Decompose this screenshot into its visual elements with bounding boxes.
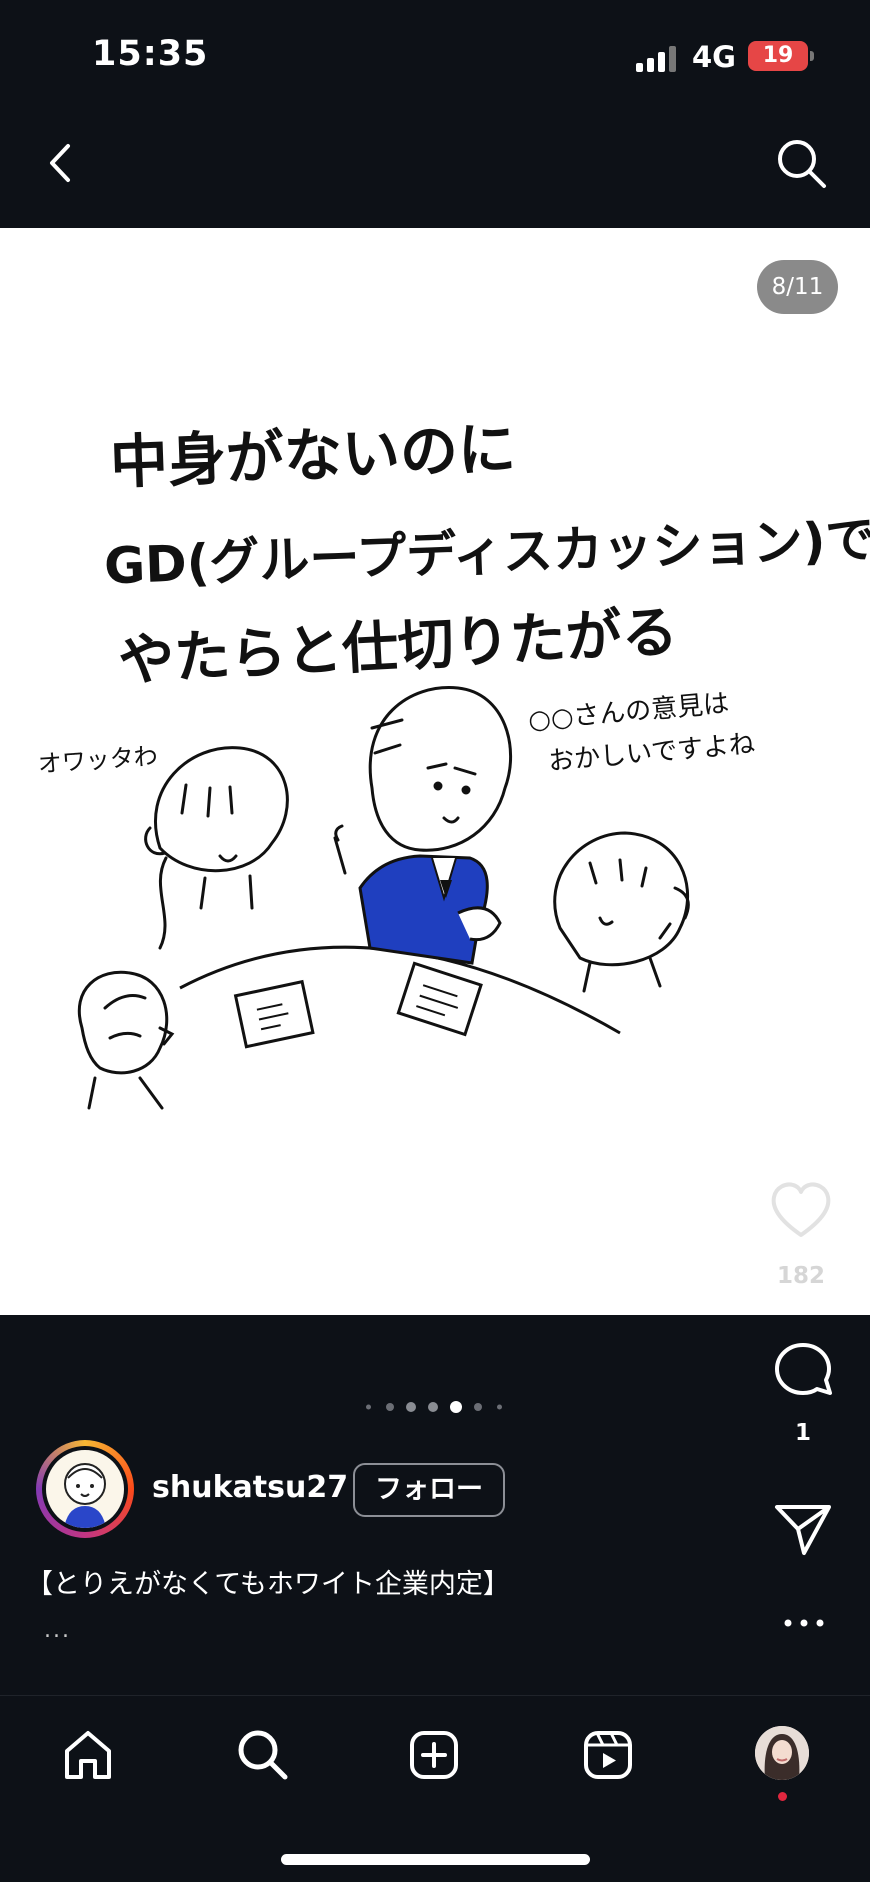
home-indicator xyxy=(281,1854,590,1865)
tab-reels[interactable] xyxy=(577,1724,639,1786)
ellipsis-icon xyxy=(784,1619,824,1627)
profile-notification-dot xyxy=(778,1792,787,1801)
network-label: 4G xyxy=(692,40,736,74)
battery-cap xyxy=(810,51,814,61)
post-illustration: 中身がないのに GD(グループディスカッション)で やたらと仕切りたがる オワッ… xyxy=(37,414,870,1110)
like-count: 182 xyxy=(776,1263,825,1289)
share-button[interactable] xyxy=(768,1493,838,1563)
avatar-border xyxy=(42,1446,128,1532)
search-icon xyxy=(238,1730,288,1780)
search-icon xyxy=(778,140,826,188)
image-text-line3: やたらと仕切りたがる xyxy=(117,600,680,694)
image-bubble-right-2: おかしいですよね xyxy=(547,729,756,777)
nav-header xyxy=(0,110,870,228)
search-button[interactable] xyxy=(770,132,832,194)
post-image[interactable]: 中身がないのに GD(グループディスカッション)で やたらと仕切りたがる オワッ… xyxy=(0,228,870,1315)
profile-avatar xyxy=(755,1726,809,1780)
carousel-dot xyxy=(428,1402,438,1412)
signal-icon xyxy=(636,46,680,72)
image-text-line1: 中身がないのに xyxy=(109,414,517,496)
like-button[interactable] xyxy=(766,1175,836,1245)
comment-count: 1 xyxy=(794,1420,811,1446)
plus-square-icon xyxy=(410,1731,458,1779)
image-bubble-left: オワッタわ xyxy=(37,742,159,778)
status-bar: 15:35 4G 19 xyxy=(0,0,870,110)
author-avatar[interactable] xyxy=(36,1440,134,1538)
follow-button[interactable]: フォロー xyxy=(353,1463,505,1517)
carousel-dot xyxy=(474,1403,482,1411)
status-time: 15:35 xyxy=(92,34,209,74)
carousel-dot xyxy=(497,1404,502,1410)
caption-more[interactable]: ... xyxy=(44,1618,71,1643)
paper-right xyxy=(396,961,483,1037)
chevron-left-icon xyxy=(50,144,70,182)
carousel-indicator xyxy=(360,1397,510,1417)
carousel-dot-active xyxy=(450,1401,462,1413)
home-icon xyxy=(65,1731,111,1779)
tab-profile[interactable] xyxy=(755,1726,809,1780)
carousel-dot xyxy=(406,1402,416,1412)
image-bubble-right-1: ○○さんの意見は xyxy=(527,689,730,736)
tab-create[interactable] xyxy=(403,1724,465,1786)
carousel-dot xyxy=(366,1404,371,1410)
tab-home[interactable] xyxy=(57,1724,119,1786)
avatar-illustration xyxy=(64,1463,106,1528)
avatar-image xyxy=(46,1450,124,1528)
paper-left xyxy=(233,979,315,1049)
page-indicator-badge: 8/11 xyxy=(757,260,838,314)
comment-button[interactable] xyxy=(768,1335,838,1405)
image-text-line2: GD(グループディスカッション)で xyxy=(103,510,870,595)
more-options-button[interactable] xyxy=(778,1605,830,1641)
tab-explore[interactable] xyxy=(231,1724,293,1786)
battery-level: 19 xyxy=(762,43,794,68)
bottom-tab-bar xyxy=(0,1695,870,1882)
post-caption[interactable]: 【とりえがなくてもホワイト企業内定】 xyxy=(26,1562,510,1601)
comment-bubble-icon xyxy=(775,1343,832,1395)
battery-icon: 19 xyxy=(748,41,808,71)
carousel-dot xyxy=(386,1403,394,1411)
reels-icon xyxy=(584,1731,632,1779)
author-username[interactable]: shukatsu27 xyxy=(152,1470,348,1505)
heart-icon xyxy=(771,1182,831,1237)
paper-plane-icon xyxy=(775,1505,831,1555)
back-button[interactable] xyxy=(30,132,92,194)
